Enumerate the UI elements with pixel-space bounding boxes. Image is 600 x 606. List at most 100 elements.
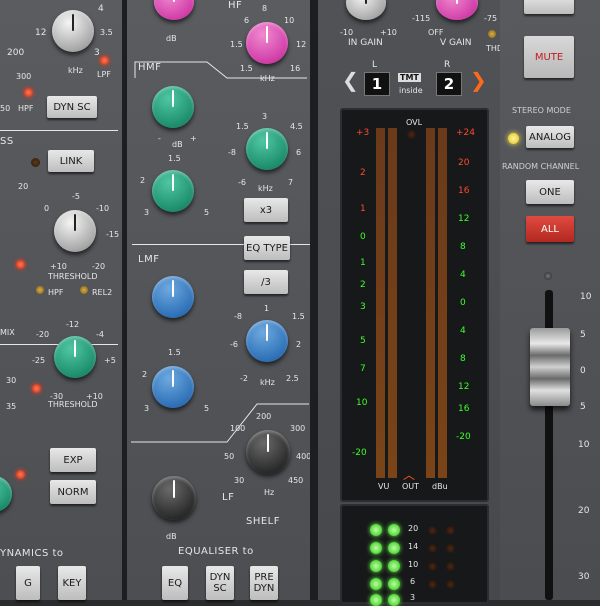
scale-label: 30 <box>6 376 17 385</box>
db-label: dB <box>166 34 177 43</box>
scale-label: -115 <box>412 14 431 23</box>
lpf-led[interactable] <box>100 56 109 65</box>
v-gain-label: V GAIN <box>440 38 472 48</box>
gr-led <box>370 560 382 572</box>
fader-tick-label: 5 <box>580 330 586 340</box>
meter-bar-left <box>388 128 397 478</box>
eq-button[interactable]: EQ <box>162 566 188 600</box>
fader-tick-label: 10 <box>578 440 590 450</box>
top-button[interactable] <box>524 0 574 14</box>
out-label: OUT <box>402 482 420 491</box>
meter-bar-right <box>438 128 447 478</box>
dbu-tick-label: -20 <box>456 432 471 442</box>
scale-label: 5 <box>204 208 210 217</box>
dbu-tick-label: 16 <box>458 404 470 414</box>
ovl-label: OVL <box>406 118 423 127</box>
lpf-knob[interactable] <box>52 10 94 52</box>
vu-label: VU <box>378 482 390 491</box>
hpf-low-label: 50 <box>0 104 11 113</box>
key-button[interactable]: KEY <box>58 566 86 600</box>
gr-led <box>370 578 382 590</box>
scale-label: 200 <box>7 48 25 58</box>
prev-channel-icon[interactable]: ❮ <box>342 68 359 92</box>
scale-label: -75 <box>484 14 498 23</box>
hpf-value-label: 300 <box>16 72 32 81</box>
eq-type-button[interactable]: EQ TYPE <box>244 236 290 260</box>
scale-label: -8 <box>234 312 242 321</box>
scale-label: 30 <box>234 476 245 485</box>
scale-label: 3 <box>262 112 268 121</box>
rel2-screw-icon[interactable] <box>80 286 88 294</box>
scale-label: -10 <box>340 28 354 37</box>
channel-1-display: 1 <box>364 72 390 96</box>
scale-label: 4.5 <box>290 122 303 131</box>
scale-label: 1.5 <box>292 312 305 321</box>
in-gain-label: IN GAIN <box>348 38 383 48</box>
scale-label: +5 <box>104 356 116 365</box>
scale-label: +10 <box>50 262 67 271</box>
dyn-sc-button[interactable]: DYN SC <box>47 96 97 118</box>
dyn-led[interactable] <box>16 260 25 269</box>
scale-label: 50 <box>224 452 235 461</box>
scale-label: 300 <box>290 424 306 433</box>
exp-led[interactable] <box>16 470 25 479</box>
dbu-tick-label: 4 <box>460 326 466 336</box>
vu-tick-label: 2 <box>360 280 366 290</box>
lf-gain-knob[interactable] <box>152 476 196 520</box>
scale-label: 6 <box>296 148 302 157</box>
hmf-freq-knob[interactable] <box>246 128 288 170</box>
gain-reduction-meter <box>340 504 489 604</box>
out-caret-icon[interactable]: ︿ <box>403 466 415 483</box>
db-label: dB <box>172 140 183 149</box>
hpf-screw-icon[interactable] <box>36 286 44 294</box>
mute-button[interactable]: MUTE <box>524 36 574 78</box>
lmf-freq-knob[interactable] <box>246 320 288 362</box>
norm-button[interactable]: NORM <box>50 480 96 504</box>
g-button[interactable]: G <box>16 566 40 600</box>
hmf-gain-knob[interactable] <box>152 86 194 128</box>
scale-label: -2 <box>240 374 248 383</box>
dbu-tick-label: 0 <box>460 298 466 308</box>
threshold-knob[interactable] <box>54 210 96 252</box>
rel2-label: REL2 <box>92 288 113 297</box>
gr-led <box>388 560 400 572</box>
pre-dyn-button[interactable]: PRE DYN <box>250 566 278 600</box>
gr-led-off <box>446 544 455 553</box>
analog-button[interactable]: ANALOG <box>526 126 574 148</box>
dbu-tick-label: +24 <box>456 128 475 138</box>
gr-led <box>370 594 382 606</box>
gate-led[interactable] <box>32 384 41 393</box>
one-button[interactable]: ONE <box>526 180 574 204</box>
eq-dyn-sc-button[interactable]: DYN SC <box>206 566 234 600</box>
thd-screw-icon[interactable] <box>488 30 496 38</box>
exp-button[interactable]: EXP <box>50 448 96 472</box>
gr-led-off <box>446 580 455 589</box>
vu-tick-label: 0 <box>360 232 366 242</box>
fader-handle[interactable] <box>530 328 570 406</box>
all-button[interactable]: ALL <box>526 216 574 242</box>
scale-label: 12 <box>35 28 47 38</box>
scale-label: 10 <box>284 16 295 25</box>
gate-threshold-knob[interactable] <box>54 336 96 378</box>
lf-freq-knob[interactable] <box>246 430 290 474</box>
scale-label: 1.5 <box>168 154 181 163</box>
link-button[interactable]: LINK <box>48 150 94 172</box>
scale-label: -10 <box>96 204 110 213</box>
dbu-tick-label: 8 <box>460 242 466 252</box>
fader-tick-label: 0 <box>580 366 586 376</box>
vu-tick-label: 1 <box>360 258 366 268</box>
channel-l-label: L <box>372 60 378 70</box>
hmf-q-knob[interactable] <box>152 170 194 212</box>
meter-bar-right <box>426 128 435 478</box>
lmf-gain-knob[interactable] <box>152 276 194 318</box>
hpf-led[interactable] <box>24 88 33 97</box>
vu-tick-label: 2 <box>360 168 366 178</box>
gr-tick-label: 20 <box>408 524 419 533</box>
scale-label: -8 <box>228 148 236 157</box>
scale-label: 6 <box>244 16 250 25</box>
div3-button[interactable]: /3 <box>244 270 288 294</box>
gr-led-off <box>428 526 437 535</box>
gr-led <box>388 524 400 536</box>
x3-button[interactable]: x3 <box>244 198 288 222</box>
next-channel-icon[interactable]: ❯ <box>470 68 487 92</box>
